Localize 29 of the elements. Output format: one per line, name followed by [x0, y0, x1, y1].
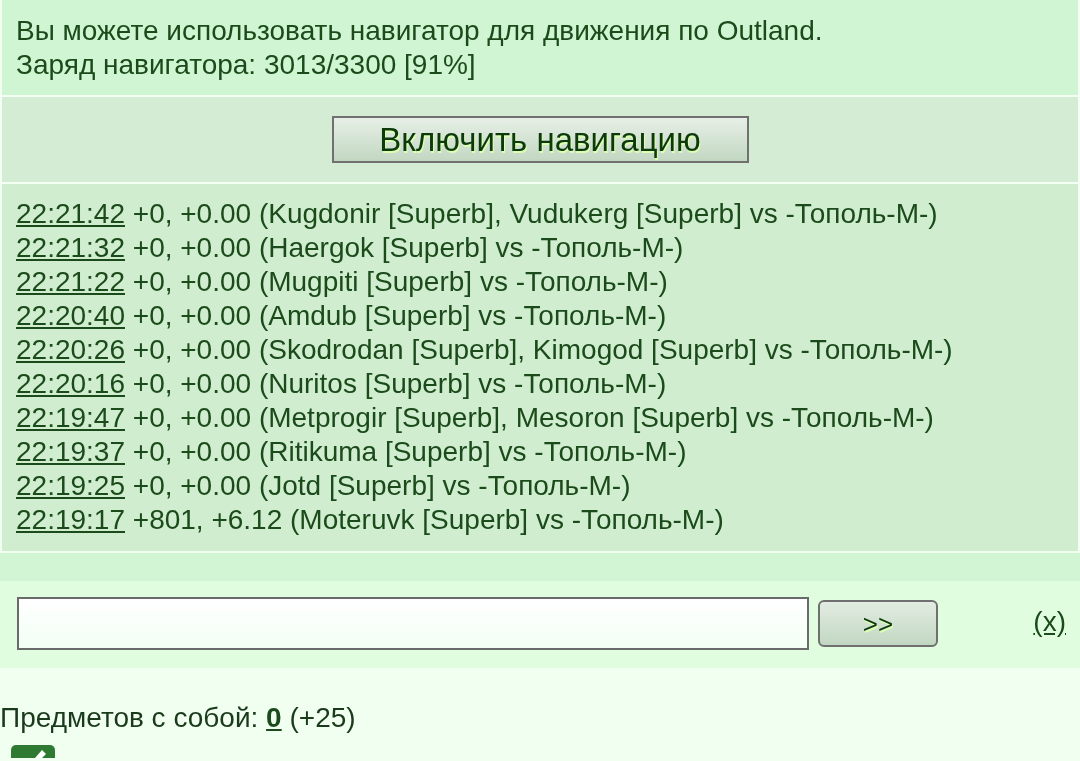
time-link[interactable]: 22:19:37 [16, 436, 125, 467]
log-entry-text: +0, +0.00 (Jotd [Superb] vs -Тополь-М-) [131, 470, 631, 501]
log-entry-text: +0, +0.00 (Amdub [Superb] vs -Тополь-М-) [131, 300, 667, 331]
time-link[interactable]: 22:19:47 [16, 402, 125, 433]
time-link[interactable]: 22:21:32 [16, 232, 125, 263]
log-entry-text: +0, +0.00 (Nuritos [Superb] vs -Тополь-М-) [131, 368, 667, 399]
item-count-link[interactable]: 0 [266, 702, 282, 733]
log-entry-text: +801, +6.12 (Moteruvk [Superb] vs -Тополь-М-) [131, 504, 724, 535]
log-entry-text: +0, +0.00 (Metprogir [Superb], Mesoron [Superb] vs -Тополь-М-) [131, 402, 934, 433]
info-text: Заряд навигатора: 3013/3300 [91%] [16, 48, 477, 82]
log-entry-text: +0, +0.00 (Skodrodan [Superb], Kimogod [Superb] vs -Тополь-М-) [131, 334, 953, 365]
clear-link[interactable]: (x) [1033, 605, 1066, 639]
log-entry-text: +0, +0.00 (Ritikuma [Superb] vs -Тополь-М-) [131, 436, 687, 467]
items-carried-text: Предметов с собой: 0 (+25) [0, 701, 357, 735]
time-link[interactable]: 22:20:40 [16, 300, 125, 331]
time-link[interactable]: 22:21:22 [16, 266, 125, 297]
time-link[interactable]: 22:20:26 [16, 334, 125, 365]
time-link[interactable]: 22:19:25 [16, 470, 125, 501]
time-link[interactable]: 22:19:17 [16, 504, 125, 535]
time-link[interactable]: 22:21:42 [16, 198, 125, 229]
command-input-field[interactable] [17, 597, 809, 650]
time-link[interactable]: 22:20:16 [16, 368, 125, 399]
log-entry-text: +0, +0.00 (Mugpiti [Superb] vs -Тополь-М-) [131, 266, 668, 297]
pencil-icon[interactable] [11, 745, 55, 758]
send-button[interactable]: >> [818, 600, 938, 647]
log-entry-text: +0, +0.00 (Haergok [Superb] vs -Тополь-М-) [131, 232, 684, 263]
enable-navigation-button[interactable]: Включить навигацию [331, 116, 749, 163]
log-entry-text: +0, +0.00 (Kugdonir [Superb], Vudukerg [Superb] vs -Тополь-М-) [131, 198, 938, 229]
info-text: Вы можете использовать навигатор для движения по Outland. [16, 14, 824, 48]
